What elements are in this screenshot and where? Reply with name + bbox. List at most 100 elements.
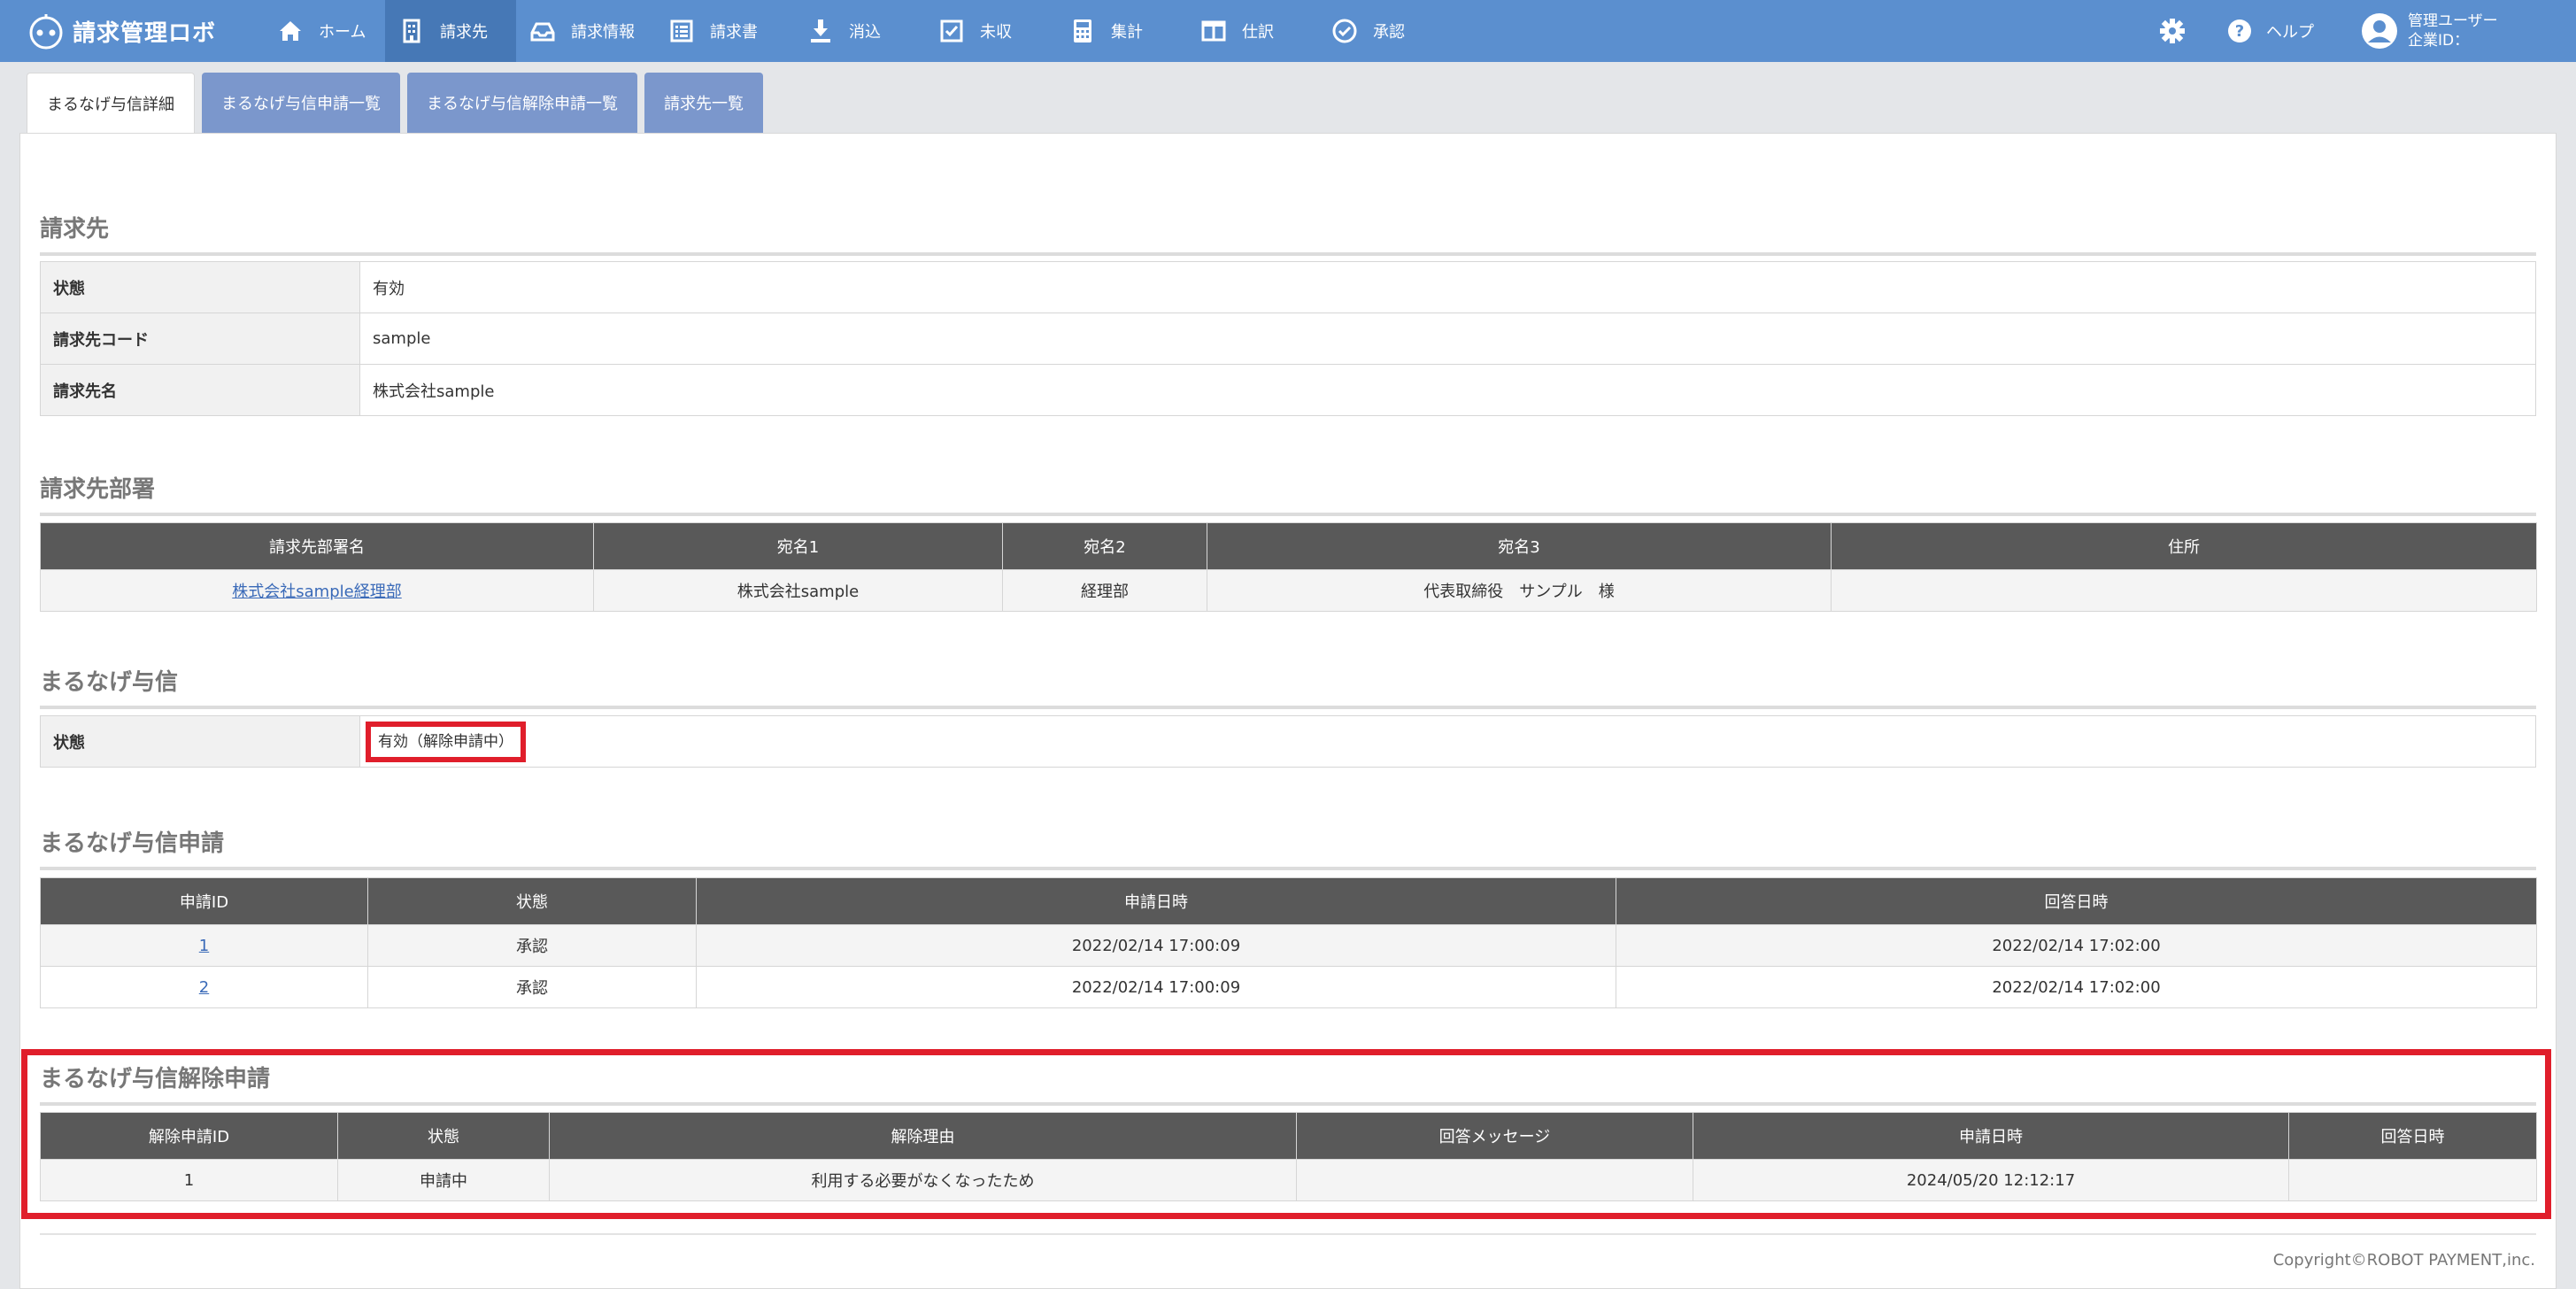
nav-item-billing-info[interactable]: 請求情報 xyxy=(516,0,655,62)
user-name: 管理ユーザー xyxy=(2408,12,2498,30)
user-menu[interactable]: 管理ユーザー 企業ID： xyxy=(2360,9,2498,53)
table-cell: 代表取締役 サンプル 様 xyxy=(1207,569,1832,612)
home-icon xyxy=(280,21,301,41)
table-cell: 2022/02/14 17:02:00 xyxy=(1616,966,2537,1008)
credit-status-label: 状態 xyxy=(40,715,360,768)
nav-item-uncollected[interactable]: 未収 xyxy=(925,0,1056,62)
tab-bar: まるなげ与信詳細 まるなげ与信申請一覧 まるなげ与信解除申請一覧 請求先一覧 xyxy=(27,73,763,133)
tab-billing-destination-list[interactable]: 請求先一覧 xyxy=(644,73,763,133)
department-name-cell: 株式会社sample経理部 xyxy=(40,569,594,612)
table-cell xyxy=(1296,1159,1693,1201)
column-header: 申請日時 xyxy=(1693,1112,2289,1160)
column-header: 解除理由 xyxy=(549,1112,1297,1160)
robot-logo-icon xyxy=(29,14,63,50)
nav-item-label: 集計 xyxy=(1111,23,1143,42)
nav-item-label: 請求情報 xyxy=(571,23,635,42)
table-cell: 2022/02/14 17:00:09 xyxy=(696,924,1616,967)
table-cell xyxy=(1831,569,2537,612)
table-row: 2 承認 2022/02/14 17:00:09 2022/02/14 17:0… xyxy=(40,966,2537,1008)
department-name-link[interactable]: 株式会社sample経理部 xyxy=(232,583,401,601)
section-title-credit: まるなげ与信 xyxy=(40,664,2536,709)
section-title-department: 請求先部署 xyxy=(40,471,2536,516)
table-row: 請求先名 株式会社sample xyxy=(40,364,2536,416)
help-button[interactable]: ? ヘルプ xyxy=(2225,17,2314,45)
table-header-row: 申請ID 状態 申請日時 回答日時 xyxy=(40,877,2537,925)
footer-divider xyxy=(40,1233,2536,1235)
billing-name-value: 株式会社sample xyxy=(359,364,2536,416)
nav-item-label: ホーム xyxy=(319,23,366,42)
application-id-cell: 2 xyxy=(40,966,368,1008)
table-cell: 経理部 xyxy=(1002,569,1207,612)
table-row: 1 承認 2022/02/14 17:00:09 2022/02/14 17:0… xyxy=(40,924,2537,967)
section-title-credit-applications: まるなげ与信申請 xyxy=(40,825,2536,870)
nav-item-label: 未収 xyxy=(980,23,1012,42)
credit-table: 状態 有効（解除申請中） xyxy=(40,715,2536,768)
table-cell xyxy=(2288,1159,2537,1201)
column-header: 状態 xyxy=(367,877,697,925)
column-header: 回答日時 xyxy=(2288,1112,2537,1160)
billing-table: 状態 有効 請求先コード sample 請求先名 株式会社sample xyxy=(40,261,2536,416)
table-row: 請求先コード sample xyxy=(40,313,2536,365)
nav-item-label: 消込 xyxy=(849,23,881,42)
table-cell: 申請中 xyxy=(337,1159,550,1201)
nav-item-label: 仕訳 xyxy=(1242,23,1274,42)
checkbox-icon xyxy=(940,19,963,42)
credit-status-cell: 有効（解除申請中） xyxy=(359,715,2536,768)
section-title-billing: 請求先 xyxy=(40,211,2536,256)
download-icon xyxy=(811,19,830,42)
column-header: 回答日時 xyxy=(1616,877,2537,925)
billing-status-label: 状態 xyxy=(40,261,360,313)
tab-credit-cancel-application-list[interactable]: まるなげ与信解除申請一覧 xyxy=(407,73,637,133)
table-cell: 2024/05/20 12:12:17 xyxy=(1693,1159,2289,1201)
column-header: 状態 xyxy=(337,1112,550,1160)
calculator-icon xyxy=(1074,19,1091,42)
tab-credit-detail[interactable]: まるなげ与信詳細 xyxy=(27,73,195,133)
table-header-row: 請求先部署名 宛名1 宛名2 宛名3 住所 xyxy=(40,522,2537,570)
credit-applications-table: 申請ID 状態 申請日時 回答日時 1 承認 2022/02/14 17:00:… xyxy=(40,877,2537,1008)
credit-status-value: 有効（解除申請中） xyxy=(366,721,526,762)
table-row: 状態 有効 xyxy=(40,261,2536,313)
nav-item-label: 請求書 xyxy=(710,23,758,42)
inbox-icon xyxy=(530,22,555,42)
table-cell: 株式会社sample xyxy=(593,569,1003,612)
user-avatar-icon xyxy=(2362,13,2397,49)
column-header: 住所 xyxy=(1831,522,2537,570)
section-title-cancel-applications: まるなげ与信解除申請 xyxy=(40,1061,2536,1106)
column-header: 回答メッセージ xyxy=(1296,1112,1693,1160)
column-header: 宛名3 xyxy=(1207,522,1832,570)
app-logo[interactable]: 請求管理ロボ xyxy=(27,9,216,53)
check-circle-icon xyxy=(1332,19,1357,43)
nav-item-reconcile[interactable]: 消込 xyxy=(794,0,925,62)
cancel-applications-table: 解除申請ID 状態 解除理由 回答メッセージ 申請日時 回答日時 1 申請中 利… xyxy=(40,1112,2537,1201)
table-cell: 承認 xyxy=(367,966,697,1008)
application-id-link[interactable]: 2 xyxy=(199,978,209,997)
table-row: 1 申請中 利用する必要がなくなったため 2024/05/20 12:12:17 xyxy=(40,1159,2537,1201)
copyright-text: Copyright©ROBOT PAYMENT,inc. xyxy=(2272,1251,2535,1270)
table-cell: 承認 xyxy=(367,924,697,967)
nav-item-home[interactable]: ホーム xyxy=(264,0,385,62)
nav-item-label: 承認 xyxy=(1373,23,1405,42)
table-header-row: 解除申請ID 状態 解除理由 回答メッセージ 申請日時 回答日時 xyxy=(40,1112,2537,1160)
column-header: 申請ID xyxy=(40,877,368,925)
billing-status-value: 有効 xyxy=(359,261,2536,313)
column-header: 解除申請ID xyxy=(40,1112,338,1160)
list-icon xyxy=(670,19,693,42)
column-header: 申請日時 xyxy=(696,877,1616,925)
table-cell: 1 xyxy=(40,1159,338,1201)
nav-item-invoice[interactable]: 請求書 xyxy=(655,0,794,62)
tab-credit-application-list[interactable]: まるなげ与信申請一覧 xyxy=(202,73,400,133)
billing-code-label: 請求先コード xyxy=(40,313,360,365)
table-row: 株式会社sample経理部 株式会社sample 経理部 代表取締役 サンプル … xyxy=(40,569,2537,612)
table-cell: 2022/02/14 17:02:00 xyxy=(1616,924,2537,967)
column-header: 宛名1 xyxy=(593,522,1003,570)
svg-text:?: ? xyxy=(2235,22,2244,41)
help-label: ヘルプ xyxy=(2266,23,2314,42)
nav-item-approval[interactable]: 承認 xyxy=(1318,0,1449,62)
gear-icon[interactable] xyxy=(2158,17,2187,45)
nav-item-billing[interactable]: 請求先 xyxy=(385,0,516,62)
main-nav: ホーム 請求先 請求情報 請求書 消込 未収 集計 仕訳 承認 xyxy=(264,0,1449,62)
nav-item-journal[interactable]: 仕訳 xyxy=(1187,0,1318,62)
application-id-link[interactable]: 1 xyxy=(199,937,209,955)
nav-item-aggregate[interactable]: 集計 xyxy=(1056,0,1187,62)
app-logo-text: 請求管理ロボ xyxy=(73,19,217,47)
